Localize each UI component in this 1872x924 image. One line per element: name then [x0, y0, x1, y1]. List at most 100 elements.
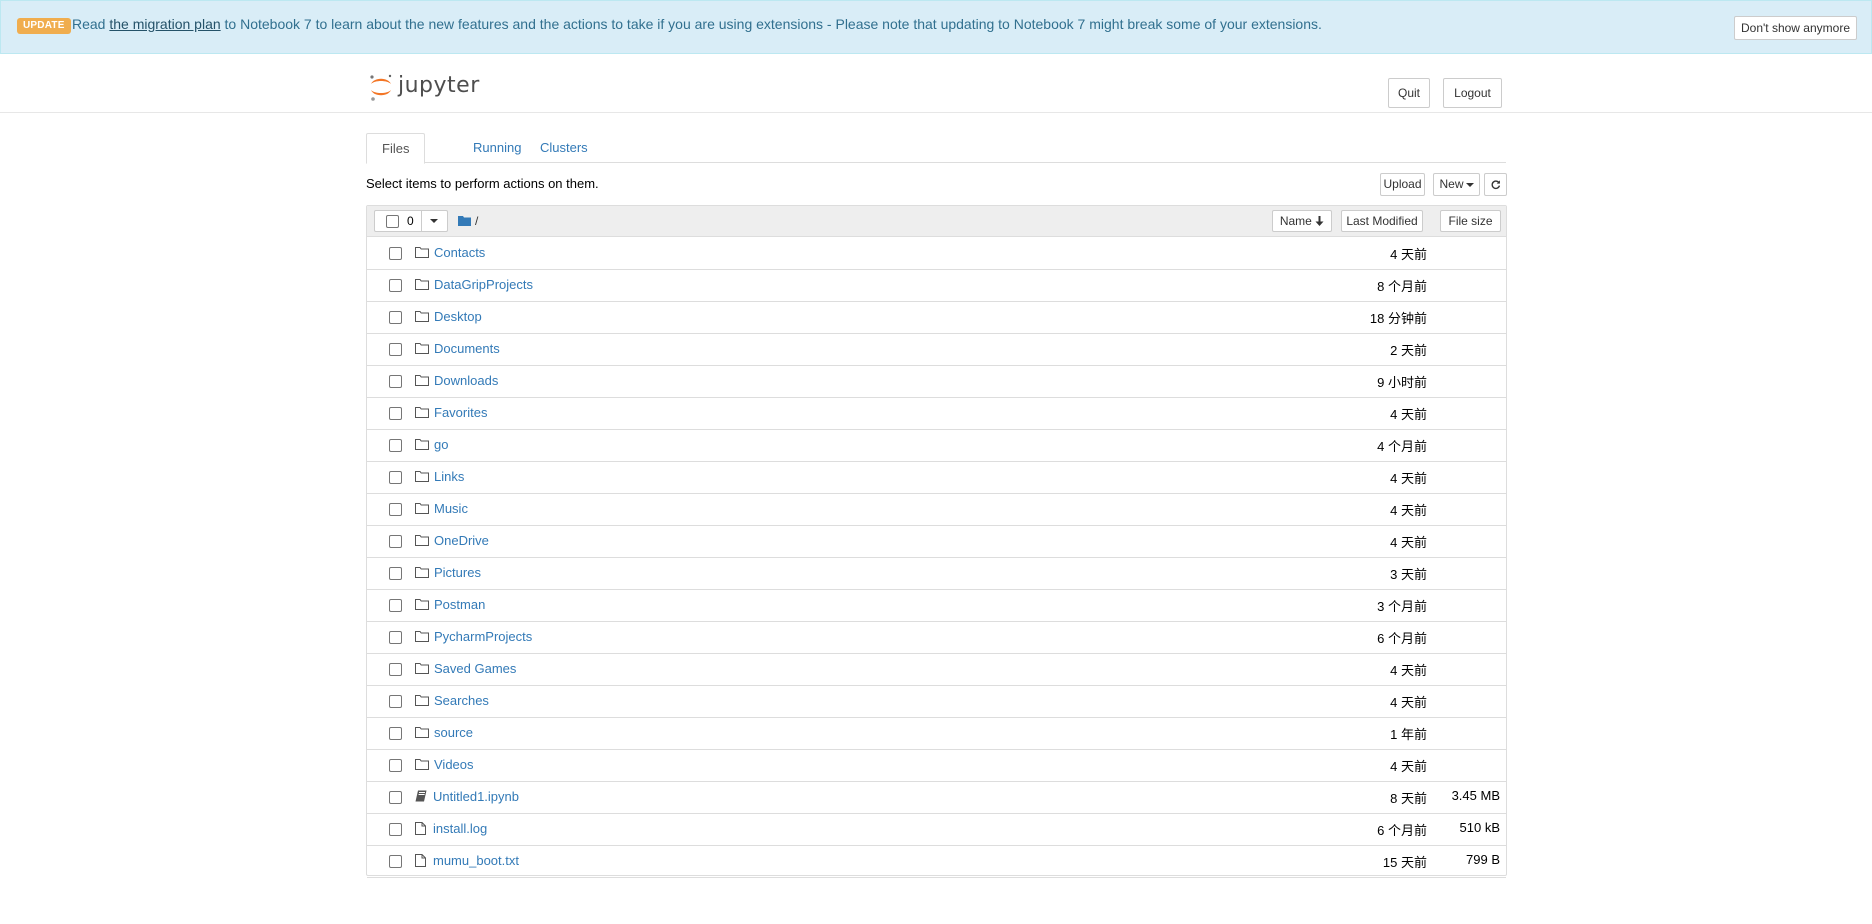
file-name-link[interactable]: Links — [434, 469, 464, 484]
folder-icon — [415, 598, 429, 613]
folder-icon — [415, 310, 429, 325]
row-checkbox[interactable] — [389, 343, 402, 356]
row-checkbox[interactable] — [389, 503, 402, 516]
file-row[interactable]: OneDrive 4 天前 — [367, 525, 1506, 558]
sort-by-last-modified-button[interactable]: Last Modified — [1341, 210, 1423, 232]
file-row[interactable]: mumu_boot.txt 15 天前 799 B — [367, 845, 1506, 878]
row-checkbox[interactable] — [389, 439, 402, 452]
last-modified: 4 天前 — [1390, 247, 1427, 262]
last-modified: 2 天前 — [1390, 343, 1427, 358]
file-row[interactable]: Postman 3 个月前 — [367, 589, 1506, 622]
row-checkbox[interactable] — [389, 855, 402, 868]
file-name-link[interactable]: go — [434, 437, 448, 452]
row-checkbox[interactable] — [389, 279, 402, 292]
row-checkbox[interactable] — [389, 823, 402, 836]
last-modified: 4 天前 — [1390, 759, 1427, 774]
folder-icon — [415, 470, 429, 485]
new-dropdown-button[interactable]: New — [1433, 173, 1480, 196]
file-row[interactable]: install.log 6 个月前 510 kB — [367, 813, 1506, 846]
file-row[interactable]: Contacts 4 天前 — [367, 237, 1506, 270]
file-row[interactable]: Favorites 4 天前 — [367, 397, 1506, 430]
row-checkbox[interactable] — [389, 247, 402, 260]
row-checkbox[interactable] — [389, 535, 402, 548]
file-row[interactable]: Videos 4 天前 — [367, 749, 1506, 782]
file-name-link[interactable]: Contacts — [434, 245, 485, 260]
row-checkbox[interactable] — [389, 695, 402, 708]
logout-button[interactable]: Logout — [1443, 78, 1502, 108]
tab-files[interactable]: Files — [366, 133, 426, 164]
row-checkbox[interactable] — [389, 631, 402, 644]
row-checkbox[interactable] — [389, 727, 402, 740]
file-row[interactable]: Downloads 9 小时前 — [367, 365, 1506, 398]
file-name-link[interactable]: Postman — [434, 597, 485, 612]
update-message: Read the migration plan to Notebook 7 to… — [72, 16, 1322, 32]
folder-icon — [415, 438, 429, 453]
folder-icon — [415, 406, 429, 421]
file-name-link[interactable]: Music — [434, 501, 468, 516]
row-checkbox[interactable] — [389, 567, 402, 580]
upload-button[interactable]: Upload — [1380, 173, 1425, 196]
folder-icon — [415, 726, 429, 741]
last-modified: 4 天前 — [1390, 695, 1427, 710]
file-row[interactable]: Music 4 天前 — [367, 493, 1506, 526]
folder-icon — [415, 374, 429, 389]
file-name-link[interactable]: PycharmProjects — [434, 629, 532, 644]
file-name-link[interactable]: Downloads — [434, 373, 498, 388]
file-row[interactable]: Pictures 3 天前 — [367, 557, 1506, 590]
row-checkbox[interactable] — [389, 407, 402, 420]
folder-icon — [415, 342, 429, 357]
sort-name-label: Name — [1279, 214, 1312, 228]
tab-clusters[interactable]: Clusters — [525, 133, 603, 162]
last-modified: 9 小时前 — [1377, 375, 1427, 390]
dont-show-anymore-button[interactable]: Don't show anymore — [1733, 16, 1857, 40]
last-modified: 8 天前 — [1390, 791, 1427, 806]
file-name-link[interactable]: mumu_boot.txt — [433, 853, 519, 868]
quit-button[interactable]: Quit — [1388, 78, 1430, 108]
update-badge: UPDATE — [17, 18, 71, 34]
selected-count: 0 — [407, 214, 414, 228]
folder-icon — [458, 216, 471, 226]
row-checkbox[interactable] — [389, 311, 402, 324]
file-name-link[interactable]: Saved Games — [434, 661, 516, 676]
file-name-link[interactable]: Searches — [434, 693, 489, 708]
row-checkbox[interactable] — [389, 791, 402, 804]
file-row[interactable]: source 1 年前 — [367, 717, 1506, 750]
row-checkbox[interactable] — [389, 759, 402, 772]
file-name-link[interactable]: Videos — [434, 757, 474, 772]
migration-plan-link[interactable]: the migration plan — [109, 16, 220, 32]
row-checkbox[interactable] — [389, 471, 402, 484]
row-checkbox[interactable] — [389, 663, 402, 676]
row-checkbox[interactable] — [389, 599, 402, 612]
new-button-label: New — [1439, 177, 1464, 191]
file-name-link[interactable]: Documents — [434, 341, 500, 356]
file-row[interactable]: Desktop 18 分钟前 — [367, 301, 1506, 334]
row-checkbox[interactable] — [389, 375, 402, 388]
file-row[interactable]: PycharmProjects 6 个月前 — [367, 621, 1506, 654]
file-row[interactable]: Saved Games 4 天前 — [367, 653, 1506, 686]
file-name-link[interactable]: install.log — [433, 821, 487, 836]
select-menu-dropdown[interactable] — [421, 211, 448, 231]
file-row[interactable]: DataGripProjects 8 个月前 — [367, 269, 1506, 302]
last-modified: 4 天前 — [1390, 503, 1427, 518]
tab-bar: Files Running Clusters — [366, 133, 1506, 164]
select-all-checkbox[interactable] — [386, 215, 399, 228]
sort-by-file-size-button[interactable]: File size — [1440, 210, 1501, 232]
arrow-down-icon — [1315, 216, 1324, 226]
file-name-link[interactable]: Favorites — [434, 405, 487, 420]
breadcrumb-root[interactable]: / — [475, 214, 478, 228]
file-name-link[interactable]: OneDrive — [434, 533, 489, 548]
file-name-link[interactable]: source — [434, 725, 473, 740]
file-name-link[interactable]: Desktop — [434, 309, 482, 324]
file-row[interactable]: go 4 个月前 — [367, 429, 1506, 462]
file-name-link[interactable]: Untitled1.ipynb — [433, 789, 519, 804]
file-row[interactable]: Documents 2 天前 — [367, 333, 1506, 366]
refresh-button[interactable] — [1484, 173, 1507, 196]
folder-icon — [415, 758, 429, 773]
last-modified: 18 分钟前 — [1369, 311, 1427, 326]
file-row[interactable]: Links 4 天前 — [367, 461, 1506, 494]
file-row[interactable]: Searches 4 天前 — [367, 685, 1506, 718]
file-name-link[interactable]: DataGripProjects — [434, 277, 533, 292]
file-row[interactable]: Untitled1.ipynb 8 天前 3.45 MB — [367, 781, 1506, 814]
sort-by-name-button[interactable]: Name — [1272, 210, 1332, 232]
file-name-link[interactable]: Pictures — [434, 565, 481, 580]
